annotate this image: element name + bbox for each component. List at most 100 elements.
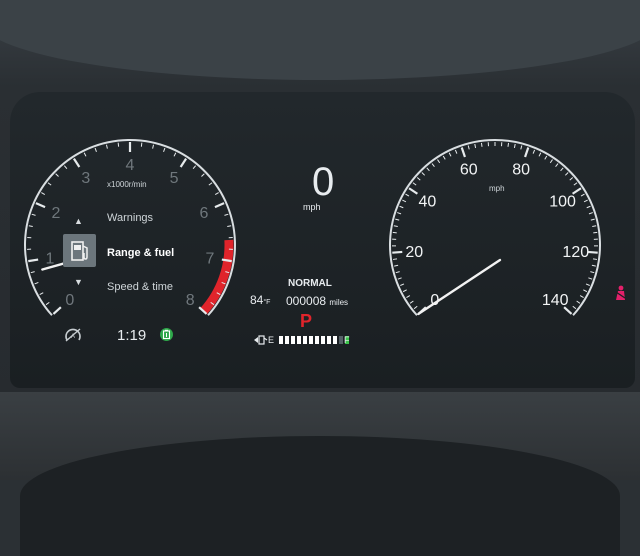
minor-tick	[432, 164, 434, 167]
temperature-unit: °F	[263, 299, 270, 306]
minor-tick	[590, 272, 594, 273]
gauge-tick-label: 5	[170, 170, 179, 187]
minor-tick	[403, 290, 407, 292]
fuel-segment	[309, 336, 313, 344]
minor-tick	[400, 284, 404, 286]
minor-tick	[64, 166, 67, 169]
digital-speed-value: 0	[312, 160, 334, 205]
minor-tick	[32, 214, 36, 215]
minor-tick	[397, 213, 401, 214]
minor-tick	[574, 183, 577, 185]
fuel-segment	[321, 336, 325, 344]
minor-tick	[592, 265, 596, 266]
major-tick	[215, 203, 224, 207]
minor-tick	[481, 143, 482, 147]
minor-tick	[84, 153, 86, 157]
battery-indicator-icon	[160, 328, 173, 341]
minor-tick	[201, 174, 204, 177]
menu-item-range-fuel-icon-box	[63, 234, 96, 267]
minor-tick	[581, 194, 584, 196]
fuel-pump-icon	[63, 234, 96, 267]
fuel-segment	[339, 336, 343, 344]
fuel-full-label: F	[344, 335, 350, 345]
fuel-segment	[303, 336, 307, 344]
minor-tick	[422, 172, 425, 175]
major-tick	[222, 260, 232, 262]
minor-tick	[413, 183, 416, 185]
minor-tick	[587, 206, 591, 208]
gauge-tick-label: 20	[405, 244, 423, 261]
clock: 1:19	[117, 327, 146, 344]
minor-tick	[586, 284, 590, 286]
gauge-tick-label: 80	[512, 161, 530, 178]
minor-tick	[437, 160, 439, 163]
menu-item-range-fuel[interactable]: Range & fuel	[107, 247, 174, 259]
minor-tick	[209, 183, 212, 185]
major-tick	[36, 203, 45, 207]
fuel-door-icon	[254, 334, 268, 346]
minor-tick	[591, 219, 595, 220]
major-tick	[181, 159, 186, 167]
menu-item-label: Warnings	[107, 212, 153, 224]
major-tick	[28, 260, 38, 262]
minor-tick	[40, 293, 44, 295]
minor-tick	[396, 272, 400, 273]
fuel-segment	[285, 336, 289, 344]
minor-tick	[577, 301, 580, 303]
minor-tick	[584, 200, 588, 202]
minor-tick	[95, 148, 96, 152]
fuel-segment	[291, 336, 295, 344]
menu-up-arrow-icon[interactable]: ▲	[74, 216, 83, 226]
gauge-tick-label: 4	[126, 157, 135, 174]
minor-tick	[455, 150, 457, 154]
minor-tick	[550, 160, 552, 163]
drive-mode: NORMAL	[288, 278, 332, 289]
menu-item-speed-time[interactable]: Speed & time	[107, 281, 173, 293]
gauge-tick-label: 7	[206, 251, 215, 268]
minor-tick	[394, 226, 398, 227]
minor-tick	[417, 177, 420, 180]
minor-tick	[153, 145, 154, 149]
minor-tick	[35, 282, 39, 284]
gauge-tick-label: 6	[200, 205, 209, 222]
fuel-segment	[327, 336, 331, 344]
minor-tick	[394, 265, 398, 266]
minor-tick	[588, 278, 592, 279]
gauge-tick-label: 140	[542, 292, 569, 309]
minor-tick	[41, 193, 44, 195]
minor-tick	[539, 153, 541, 157]
minor-tick	[400, 206, 404, 208]
minor-tick	[443, 156, 445, 159]
minor-tick	[414, 306, 417, 308]
gear-indicator: P	[300, 311, 312, 332]
seatbelt-warning-icon	[612, 285, 628, 301]
major-tick	[53, 307, 60, 314]
major-tick	[525, 148, 528, 157]
minor-tick	[545, 156, 547, 159]
fuel-empty-label: E	[268, 335, 274, 345]
minor-tick	[580, 296, 583, 298]
minor-tick	[31, 272, 35, 273]
minor-tick	[521, 146, 522, 150]
fuel-segment	[315, 336, 319, 344]
minor-tick	[514, 144, 515, 148]
menu-down-arrow-icon[interactable]: ▼	[74, 277, 83, 287]
menu-item-warnings[interactable]: Warnings	[107, 212, 153, 224]
major-tick	[392, 252, 402, 253]
gauge-tick-label: 120	[562, 244, 589, 261]
fuel-segment	[333, 336, 337, 344]
minor-tick	[56, 174, 59, 177]
minor-tick	[393, 259, 397, 260]
menu-item-label: Range & fuel	[107, 247, 174, 259]
gauge-ring	[390, 140, 600, 315]
gauge-tick-label: 40	[419, 193, 437, 210]
major-tick	[588, 252, 598, 253]
minor-tick	[410, 301, 413, 303]
tachometer: 012345678	[10, 140, 250, 350]
minor-tick	[508, 143, 509, 147]
minor-tick	[589, 213, 593, 214]
gauge-tick-label: 2	[52, 205, 61, 222]
menu-item-label: Speed & time	[107, 281, 173, 293]
gauge-tick-label: 100	[549, 193, 576, 210]
fuel-segment	[297, 336, 301, 344]
